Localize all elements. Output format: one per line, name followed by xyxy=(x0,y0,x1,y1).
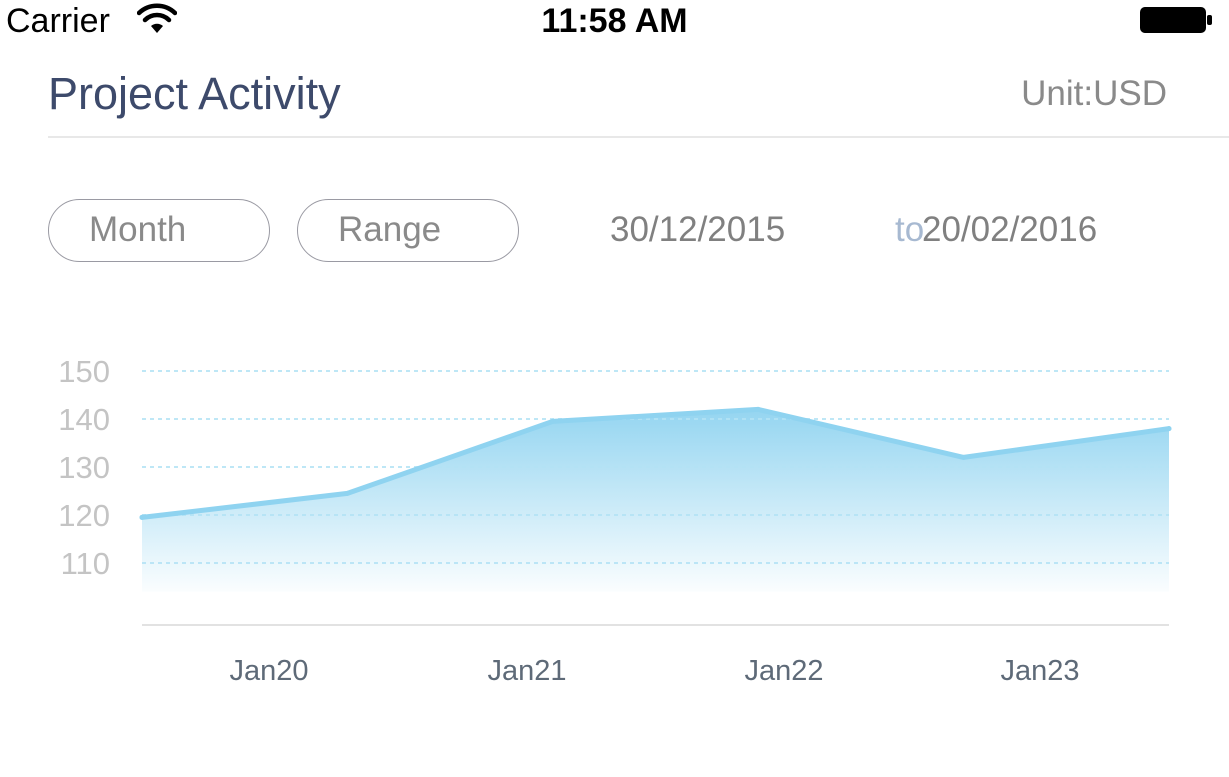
data-point xyxy=(344,490,350,496)
to-date[interactable]: 20/02/2016 xyxy=(922,208,1097,252)
month-button[interactable]: Month xyxy=(48,199,270,262)
data-point xyxy=(755,406,761,412)
to-label: to xyxy=(895,210,925,249)
screen: Carrier 11:58 AM Project Activity Unit:U… xyxy=(0,0,1229,777)
page-title: Project Activity xyxy=(48,68,341,119)
y-tick-label: 150 xyxy=(58,354,110,389)
y-tick-label: 120 xyxy=(58,498,110,533)
unit-label: Unit:USD xyxy=(1021,74,1167,113)
x-tick-label: Jan21 xyxy=(487,655,566,687)
data-point xyxy=(961,454,967,460)
x-tick-label: Jan22 xyxy=(744,655,823,687)
data-point xyxy=(550,418,556,424)
battery-icon xyxy=(1140,7,1212,33)
x-tick-label: Jan23 xyxy=(1000,655,1079,687)
clock: 11:58 AM xyxy=(541,2,688,40)
from-date[interactable]: 30/12/2015 xyxy=(610,208,785,252)
y-tick-label: 130 xyxy=(58,450,110,485)
data-point xyxy=(1166,426,1172,432)
data-point xyxy=(139,514,145,520)
range-button[interactable]: Range xyxy=(297,199,519,262)
y-tick-label: 140 xyxy=(58,402,110,437)
x-tick-label: Jan20 xyxy=(229,655,308,687)
activity-chart: 110 120 130 140 150 Jan20 Jan21 Jan22 Jan23 xyxy=(58,354,1172,687)
header-divider xyxy=(48,136,1229,138)
y-tick-label: 110 xyxy=(61,546,110,581)
